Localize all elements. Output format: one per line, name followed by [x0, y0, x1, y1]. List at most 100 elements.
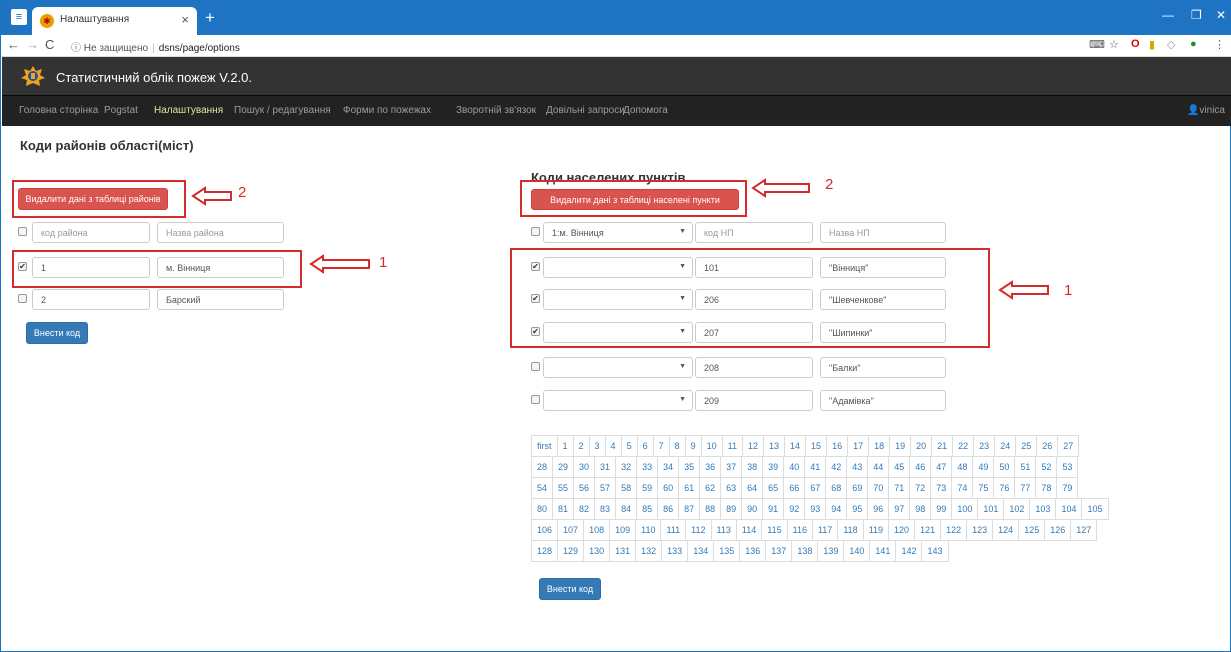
nav-home[interactable]: Головна сторінка [19, 105, 98, 116]
page-link[interactable]: 138 [791, 540, 819, 562]
page-link[interactable]: 86 [657, 498, 680, 520]
reload-icon[interactable]: C [45, 37, 54, 52]
page-link[interactable]: 12 [742, 435, 765, 457]
page-link[interactable]: 120 [888, 519, 916, 541]
page-link[interactable]: 96 [867, 498, 890, 520]
nav-pogstat[interactable]: Pogstat [104, 105, 138, 116]
browser-tab[interactable]: ✱ Налаштування × [32, 7, 197, 35]
page-link[interactable]: 18 [868, 435, 891, 457]
page-link[interactable]: 125 [1018, 519, 1046, 541]
page-link[interactable]: 13 [763, 435, 786, 457]
page-link[interactable]: 67 [804, 477, 827, 499]
page-link[interactable]: 105 [1081, 498, 1109, 520]
page-link[interactable]: 23 [973, 435, 996, 457]
settlement-district-select[interactable]: ▼ [543, 357, 693, 378]
page-link[interactable]: 93 [804, 498, 827, 520]
page-link[interactable]: 89 [720, 498, 743, 520]
page-link[interactable]: 35 [678, 456, 701, 478]
minimize-icon[interactable]: — [1162, 8, 1174, 22]
page-link[interactable]: 114 [735, 519, 763, 541]
page-link[interactable]: 30 [573, 456, 596, 478]
page-link[interactable]: 129 [557, 540, 585, 562]
restore-icon[interactable]: ❐ [1191, 8, 1202, 22]
page-link[interactable]: 49 [972, 456, 995, 478]
extension-icon[interactable]: ▮ [1149, 38, 1155, 51]
submit-settlement-code-button[interactable]: Внести код [539, 578, 601, 600]
page-link[interactable]: 44 [867, 456, 890, 478]
page-link[interactable]: 32 [615, 456, 638, 478]
page-link[interactable]: 50 [993, 456, 1016, 478]
page-link[interactable]: 109 [609, 519, 637, 541]
page-link[interactable]: 76 [993, 477, 1016, 499]
page-link[interactable]: 134 [687, 540, 715, 562]
page-link[interactable]: 81 [552, 498, 575, 520]
page-link[interactable]: 56 [573, 477, 596, 499]
page-link[interactable]: 131 [609, 540, 637, 562]
page-link[interactable]: 16 [826, 435, 849, 457]
page-link[interactable]: 46 [909, 456, 932, 478]
page-link[interactable]: 117 [811, 519, 839, 541]
settlement-name-field[interactable]: "Балки" [820, 357, 946, 378]
nav-search-edit[interactable]: Пошук / редагування [234, 105, 331, 116]
district-select-all-checkbox[interactable] [18, 227, 27, 236]
page-link[interactable]: 38 [741, 456, 764, 478]
page-link[interactable]: 79 [1056, 477, 1079, 499]
page-link[interactable]: 140 [843, 540, 871, 562]
page-link[interactable]: 39 [762, 456, 785, 478]
page-link[interactable]: 11 [721, 435, 743, 457]
page-link[interactable]: 133 [661, 540, 689, 562]
page-link[interactable]: 9 [684, 435, 702, 457]
page-link[interactable]: 73 [930, 477, 953, 499]
page-link[interactable]: 21 [931, 435, 954, 457]
page-link[interactable]: 88 [699, 498, 722, 520]
page-link[interactable]: 85 [636, 498, 659, 520]
page-link[interactable]: 103 [1029, 498, 1057, 520]
page-link[interactable]: 126 [1044, 519, 1072, 541]
settlement-row-checkbox[interactable] [531, 362, 540, 371]
page-link[interactable]: 47 [930, 456, 953, 478]
page-link[interactable]: 33 [636, 456, 659, 478]
page-link[interactable]: 54 [531, 477, 554, 499]
page-link[interactable]: 122 [940, 519, 968, 541]
page-link[interactable]: 112 [685, 519, 712, 541]
page-link[interactable]: 64 [741, 477, 764, 499]
page-link[interactable]: 52 [1035, 456, 1058, 478]
page-link[interactable]: 135 [713, 540, 741, 562]
account-avatar-icon[interactable]: ● [1190, 38, 1197, 50]
page-link[interactable]: 7 [652, 435, 670, 457]
forward-icon[interactable]: → [26, 37, 39, 52]
page-link[interactable]: 8 [668, 435, 686, 457]
settlement-district-select[interactable]: ▼ [543, 390, 693, 411]
page-link[interactable]: 62 [699, 477, 722, 499]
nav-fire-forms[interactable]: Форми по пожежах [343, 105, 431, 116]
close-window-icon[interactable]: ✕ [1216, 8, 1226, 22]
district-row-checkbox[interactable] [18, 294, 27, 303]
page-link[interactable]: 123 [966, 519, 994, 541]
settlement-name-field[interactable]: "Адамівка" [820, 390, 946, 411]
page-link[interactable]: 108 [583, 519, 611, 541]
page-link[interactable]: 137 [765, 540, 793, 562]
page-link[interactable]: 15 [805, 435, 828, 457]
page-link[interactable]: 66 [783, 477, 806, 499]
page-link[interactable]: 65 [762, 477, 785, 499]
submit-district-code-button[interactable]: Внести код [26, 322, 88, 344]
new-tab-icon[interactable]: + [205, 8, 215, 28]
page-link[interactable]: 28 [531, 456, 554, 478]
page-link[interactable]: 3 [588, 435, 606, 457]
page-link[interactable]: 80 [531, 498, 554, 520]
page-link[interactable]: 106 [531, 519, 559, 541]
page-link[interactable]: 14 [784, 435, 807, 457]
page-link[interactable]: 31 [594, 456, 617, 478]
page-link[interactable]: 110 [635, 519, 662, 541]
page-link[interactable]: 74 [951, 477, 974, 499]
page-link[interactable]: 99 [930, 498, 953, 520]
page-link[interactable]: 22 [952, 435, 975, 457]
district-name-field[interactable]: Барский [157, 289, 284, 310]
settlement-code-field[interactable]: 208 [695, 357, 813, 378]
settlement-select-all-checkbox[interactable] [531, 227, 540, 236]
page-link[interactable]: 91 [762, 498, 785, 520]
page-link[interactable]: 55 [552, 477, 575, 499]
window-menu-icon[interactable]: ≡ [11, 9, 27, 25]
page-link[interactable]: 41 [804, 456, 827, 478]
page-link[interactable]: 68 [825, 477, 848, 499]
